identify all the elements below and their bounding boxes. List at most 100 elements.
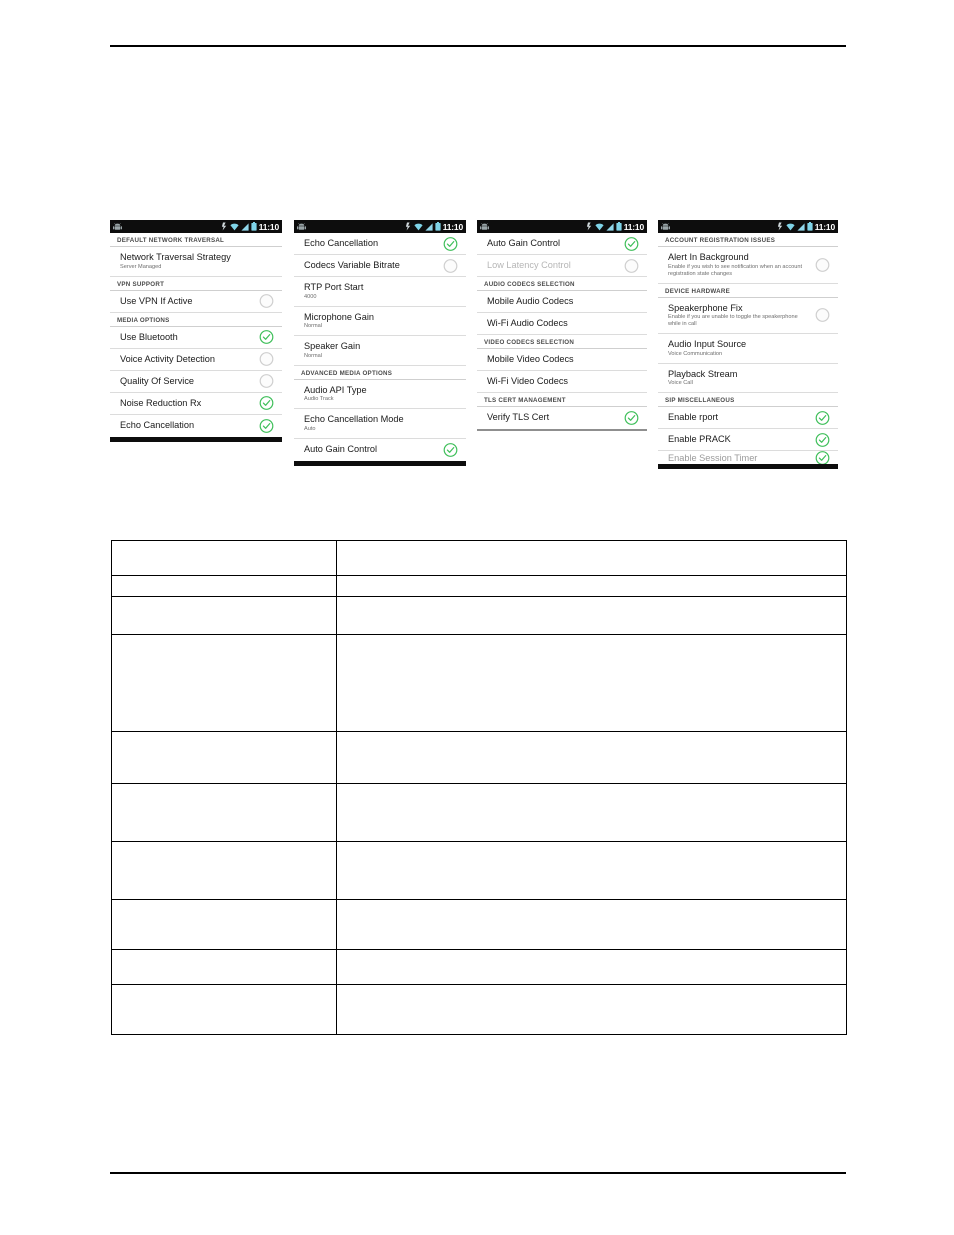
checkbox-checked-icon[interactable]	[624, 236, 639, 251]
android-status-bar: 11:10	[658, 220, 838, 233]
wifi-icon	[230, 223, 239, 231]
battery-icon	[435, 222, 441, 231]
table-row	[111, 949, 847, 985]
settings-row[interactable]: Wi-Fi Audio Codecs	[477, 313, 647, 335]
settings-list: Echo Cancellation Codecs Variable Bitrate…	[294, 233, 466, 461]
settings-row[interactable]: Auto Gain Control	[294, 439, 466, 461]
settings-row[interactable]: Mobile Video Codecs	[477, 349, 647, 371]
settings-row[interactable]: Mobile Audio Codecs	[477, 291, 647, 313]
settings-row[interactable]: Enable rport	[658, 407, 838, 430]
checkbox-checked-icon[interactable]	[443, 236, 458, 251]
settings-row[interactable]: Audio Input Source Voice Communication	[658, 334, 838, 364]
checkbox-checked-icon[interactable]	[259, 330, 274, 345]
checkbox-checked-icon[interactable]	[815, 410, 830, 425]
settings-row[interactable]: Enable PRACK	[658, 429, 838, 452]
checkbox-unchecked-icon[interactable]	[624, 258, 639, 273]
settings-row-title: Voice Activity Detection	[120, 353, 215, 364]
section-header: MEDIA OPTIONS	[110, 313, 282, 327]
settings-row[interactable]: Network Traversal Strategy Server Managed	[110, 247, 282, 277]
status-bar-clock: 11:10	[623, 221, 644, 232]
checkbox-checked-icon[interactable]	[815, 451, 830, 465]
phone-bottom-bar	[110, 436, 282, 442]
settings-row[interactable]: Alert In Background Enable if you wish to…	[658, 247, 838, 284]
signal-icon	[425, 222, 433, 231]
settings-row[interactable]: Playback Stream Voice Call	[658, 364, 838, 394]
wifi-icon	[414, 223, 423, 231]
settings-row-title: Wi-Fi Audio Codecs	[487, 318, 568, 328]
settings-row-title: Enable Session Timer	[668, 453, 758, 464]
wifi-icon	[786, 223, 795, 231]
table-cell	[336, 899, 847, 950]
status-bar-clock: 11:10	[814, 221, 835, 232]
settings-row[interactable]: Echo Cancellation Mode Auto	[294, 409, 466, 439]
section-header: DEVICE HARDWARE	[658, 284, 838, 298]
section-header: VIDEO CODECS SELECTION	[477, 335, 647, 349]
settings-row[interactable]: Speakerphone Fix Enable if you are unable…	[658, 298, 838, 335]
settings-row[interactable]: Wi-Fi Video Codecs	[477, 371, 647, 393]
checkbox-checked-icon[interactable]	[624, 411, 639, 426]
settings-row[interactable]: Verify TLS Cert	[477, 407, 647, 429]
settings-row-subtitle: Auto	[304, 425, 316, 432]
settings-row-subtitle: Audio Track	[304, 396, 334, 403]
settings-row[interactable]: Use VPN If Active	[110, 291, 282, 313]
settings-row-title: Enable rport	[668, 412, 719, 423]
settings-row[interactable]: Echo Cancellation	[294, 233, 466, 255]
table-row	[111, 575, 847, 597]
settings-row-title: Audio Input Source	[668, 339, 747, 350]
wifi-icon	[595, 223, 604, 231]
settings-row-title: Use Bluetooth	[120, 331, 178, 342]
settings-row-subtitle: Enable if you wish to see notification w…	[668, 263, 803, 277]
checkbox-unchecked-icon[interactable]	[259, 374, 274, 389]
checkbox-checked-icon[interactable]	[443, 442, 458, 457]
settings-row[interactable]: Codecs Variable Bitrate	[294, 255, 466, 277]
settings-list: Auto Gain Control Low Latency Control AUDI…	[477, 233, 647, 429]
settings-row[interactable]: Echo Cancellation	[110, 415, 282, 437]
settings-row-title: Quality Of Service	[120, 375, 195, 386]
table-cell	[111, 984, 337, 1035]
section-header: ADVANCED MEDIA OPTIONS	[294, 366, 466, 380]
settings-row-subtitle: Server Managed	[120, 263, 162, 270]
settings-list: DEFAULT NETWORK TRAVERSAL Network Travers…	[110, 233, 282, 437]
checkbox-checked-icon[interactable]	[815, 432, 830, 447]
settings-row[interactable]: Audio API Type Audio Track	[294, 380, 466, 410]
section-header: DEFAULT NETWORK TRAVERSAL	[110, 233, 282, 247]
signal-icon	[797, 222, 805, 231]
checkbox-unchecked-icon[interactable]	[259, 294, 274, 309]
settings-row-subtitle: Normal	[304, 323, 323, 330]
settings-row[interactable]: RTP Port Start 4000	[294, 277, 466, 307]
settings-row[interactable]: Use Bluetooth	[110, 327, 282, 349]
vibrate-icon	[405, 222, 412, 231]
settings-row[interactable]: Speaker Gain Normal	[294, 336, 466, 366]
android-notification-icon	[480, 222, 489, 231]
settings-row-subtitle: 4000	[304, 293, 317, 300]
table-row	[111, 540, 847, 576]
table-row	[111, 731, 847, 784]
vibrate-icon	[221, 222, 228, 231]
phone-screenshot-network-and-media-settings: 11:10 DEFAULT NETWORK TRAVERSAL Network Tr…	[110, 220, 282, 505]
table-cell	[111, 634, 337, 732]
table-row	[111, 783, 847, 842]
section-header: VPN SUPPORT	[110, 277, 282, 291]
settings-row[interactable]: Microphone Gain Normal	[294, 307, 466, 337]
settings-row-title: Playback Stream	[668, 368, 738, 379]
settings-row-partial[interactable]: Enable Session Timer	[658, 451, 838, 465]
section-header: TLS CERT MANAGEMENT	[477, 393, 647, 407]
settings-row[interactable]: Noise Reduction Rx	[110, 393, 282, 415]
settings-row[interactable]: Quality Of Service	[110, 371, 282, 393]
checkbox-unchecked-icon[interactable]	[443, 258, 458, 273]
settings-row[interactable]: Auto Gain Control	[477, 233, 647, 255]
table-cell	[111, 575, 337, 597]
checkbox-unchecked-icon[interactable]	[815, 308, 830, 323]
battery-icon	[807, 222, 813, 231]
settings-row-subtitle: Voice Call	[668, 380, 693, 387]
table-row	[111, 899, 847, 950]
settings-row[interactable]: Low Latency Control	[477, 255, 647, 277]
checkbox-checked-icon[interactable]	[259, 418, 274, 433]
phone-screenshot-account-and-device-settings: 11:10 ACCOUNT REGISTRATION ISSUES Alert In…	[658, 220, 838, 505]
table-cell	[336, 841, 847, 900]
settings-row[interactable]: Voice Activity Detection	[110, 349, 282, 371]
settings-row-title: Alert In Background	[668, 252, 749, 262]
checkbox-unchecked-icon[interactable]	[259, 352, 274, 367]
checkbox-unchecked-icon[interactable]	[815, 257, 830, 272]
checkbox-checked-icon[interactable]	[259, 396, 274, 411]
